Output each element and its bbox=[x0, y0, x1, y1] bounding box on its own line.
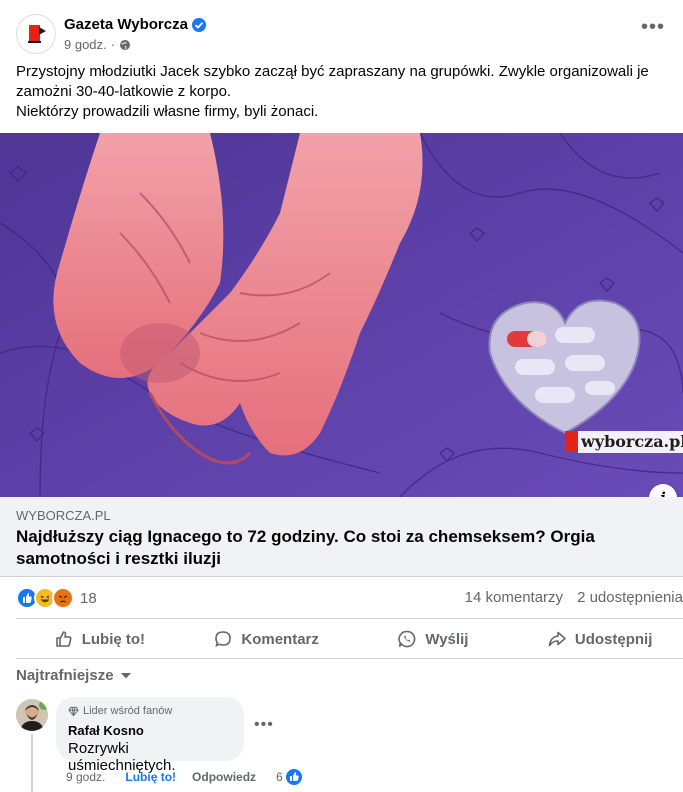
comment-icon bbox=[215, 631, 232, 647]
reactions-summary[interactable]: 18 bbox=[16, 587, 97, 609]
comment-reply-button[interactable]: Odpowiedz bbox=[192, 770, 256, 784]
post-header: Gazeta Wyborcza 9 godz. · ••• bbox=[16, 12, 671, 56]
shares-count[interactable]: 2 udostępnienia bbox=[577, 589, 683, 606]
illustration-hands-pills: wyborcza.pl bbox=[0, 133, 683, 497]
comment-options-button[interactable]: ••• bbox=[254, 717, 274, 733]
like-button-label: Lubię to! bbox=[81, 630, 146, 648]
whatsapp-icon bbox=[398, 630, 416, 648]
share-button[interactable]: Udostępnij bbox=[516, 620, 683, 658]
diamond-icon bbox=[68, 706, 79, 716]
page-name[interactable]: Gazeta Wyborcza bbox=[64, 16, 206, 33]
post-text-line: Przystojny młodziutki Jacek szybko zaczą… bbox=[16, 63, 649, 100]
comment-time[interactable]: 9 godz. bbox=[66, 770, 105, 784]
svg-text:wyborcza.pl: wyborcza.pl bbox=[580, 432, 683, 451]
comment-sort-label: Najtrafniejsze bbox=[16, 667, 114, 684]
top-fan-badge[interactable]: Lider wśród fanów bbox=[68, 704, 232, 718]
comment-sort-dropdown[interactable]: Najtrafniejsze bbox=[16, 667, 132, 684]
link-domain: WYBORCZA.PL bbox=[16, 508, 111, 523]
globe-icon bbox=[120, 39, 130, 50]
post-options-button[interactable]: ••• bbox=[639, 17, 667, 42]
send-button-label: Wyślij bbox=[425, 630, 469, 648]
comment-like-button[interactable]: Lubię to! bbox=[125, 770, 176, 784]
gazeta-logo-icon bbox=[20, 18, 52, 50]
comment-like-count: 6 bbox=[276, 770, 283, 784]
comment-bubble: Lider wśród fanów Rafał Kosno Rozrywki u… bbox=[56, 697, 244, 774]
comment-button-label: Komentarz bbox=[241, 630, 319, 648]
send-button[interactable]: Wyślij bbox=[350, 620, 517, 658]
chevron-down-icon bbox=[120, 672, 131, 678]
page-avatar[interactable] bbox=[16, 14, 56, 54]
wyborcza-watermark: wyborcza.pl bbox=[565, 431, 683, 453]
comment-author-avatar[interactable] bbox=[16, 699, 48, 731]
comment-author-name[interactable]: Rafał Kosno bbox=[68, 723, 232, 738]
link-title[interactable]: Najdłuższy ciąg Ignacego to 72 godziny. … bbox=[16, 526, 666, 570]
like-button[interactable]: Lubię to! bbox=[16, 620, 183, 658]
share-button-label: Udostępnij bbox=[574, 630, 653, 648]
post-text: Przystojny młodziutki Jacek szybko zaczą… bbox=[16, 62, 666, 122]
post-time[interactable]: 9 godz. bbox=[64, 37, 107, 52]
verified-badge-icon bbox=[191, 17, 206, 32]
post-stats: 14 komentarzy 2 udostępnienia bbox=[465, 589, 683, 606]
post-actions-bar: Lubię to! Komentarz Wyślij Udostępnij bbox=[16, 620, 683, 658]
angry-reaction-icon bbox=[52, 587, 74, 609]
post-text-line: Niektórzy prowadzili własne firmy, byli … bbox=[16, 103, 319, 120]
comments-count[interactable]: 14 komentarzy bbox=[465, 589, 563, 606]
comment-thread-line bbox=[31, 734, 33, 792]
post-meta: 9 godz. · bbox=[64, 37, 131, 52]
share-icon bbox=[548, 631, 566, 647]
comment-actions: 9 godz. Lubię to! Odpowiedz 6 bbox=[66, 768, 303, 786]
actions-divider-bottom bbox=[16, 658, 683, 659]
comment-button[interactable]: Komentarz bbox=[183, 620, 350, 658]
reaction-count[interactable]: 18 bbox=[80, 590, 97, 607]
meta-separator: · bbox=[110, 37, 115, 52]
top-fan-badge-label: Lider wśród fanów bbox=[83, 705, 173, 717]
like-reaction-icon bbox=[285, 769, 302, 785]
thumbs-up-icon bbox=[55, 631, 72, 647]
post-image[interactable]: wyborcza.pl bbox=[0, 133, 683, 497]
comment-reaction-count[interactable]: 6 bbox=[276, 768, 303, 786]
actions-divider-top bbox=[16, 618, 683, 619]
link-preview[interactable]: WYBORCZA.PL Najdłuższy ciąg Ignacego to … bbox=[0, 497, 683, 577]
post-card: Gazeta Wyborcza 9 godz. · ••• Przystojny… bbox=[0, 0, 683, 792]
page-name-label[interactable]: Gazeta Wyborcza bbox=[64, 16, 188, 33]
